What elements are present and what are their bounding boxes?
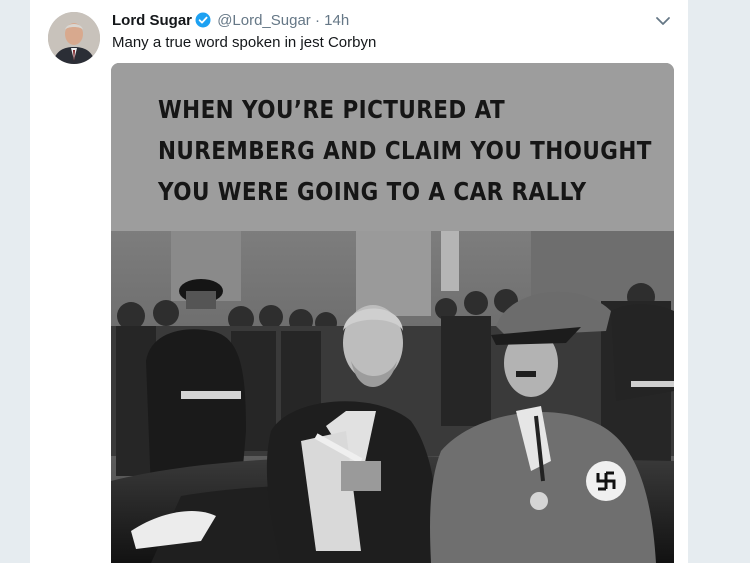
meme-photo [111, 231, 674, 563]
chevron-down-icon[interactable] [654, 14, 672, 28]
meta-separator: · [314, 12, 320, 29]
caption-line-1: WHEN YOU’RE PICTURED AT [158, 95, 506, 124]
avatar-photo-icon [48, 12, 100, 64]
meme-caption: WHEN YOU’RE PICTURED AT NUREMBERG AND CL… [111, 63, 674, 231]
author-handle[interactable]: @Lord_Sugar [217, 12, 311, 29]
author-avatar[interactable] [48, 12, 100, 64]
caption-line-3: YOU WERE GOING TO A CAR RALLY [158, 177, 587, 206]
caption-line-2: NUREMBERG AND CLAIM YOU THOUGHT [158, 136, 652, 165]
verified-badge-icon [195, 12, 211, 34]
tweet-header: Lord Sugar @Lord_Sugar · 14h [112, 11, 668, 31]
tweet-text: Many a true word spoken in jest Corbyn [112, 34, 377, 51]
tweet-media[interactable]: WHEN YOU’RE PICTURED AT NUREMBERG AND CL… [111, 63, 674, 563]
tweet-timestamp[interactable]: 14h [324, 12, 349, 29]
tweet-card[interactable]: Lord Sugar @Lord_Sugar · 14h Many a true… [30, 0, 688, 563]
author-name[interactable]: Lord Sugar [112, 12, 192, 29]
